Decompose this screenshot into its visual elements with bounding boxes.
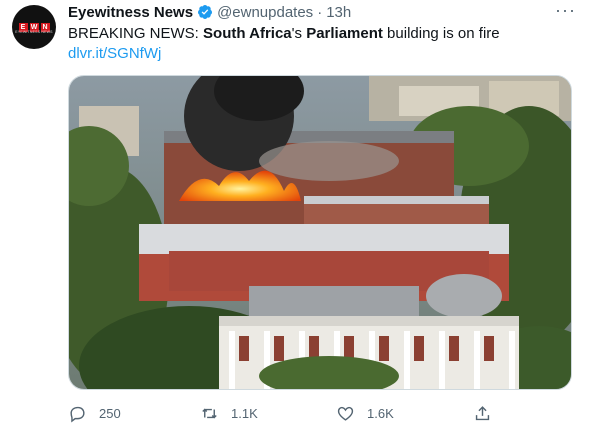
tweet-link[interactable]: dlvr.it/SGNfWj [68, 44, 161, 64]
tweet-header: Eyewitness News @ewnupdates · 13h [68, 2, 351, 22]
like-button[interactable]: 1.6K [336, 398, 394, 428]
tweet-timestamp[interactable]: 13h [326, 4, 351, 21]
account-handle[interactable]: @ewnupdates [217, 4, 313, 21]
reply-count: 250 [99, 405, 121, 421]
like-icon [337, 406, 354, 421]
tweet-card[interactable]: EWN EYEWITNESS NEWS Eyewitness News @ewn… [0, 0, 594, 434]
tweet-actions: 250 1.1K 1.6K [68, 398, 508, 428]
separator-dot: · [317, 3, 323, 21]
share-icon [475, 405, 490, 420]
parliament-fire-photo [69, 76, 571, 389]
tweet-photo[interactable] [68, 75, 572, 390]
reply-icon [70, 406, 85, 422]
reply-button[interactable]: 250 [68, 398, 121, 428]
retweet-count: 1.1K [231, 405, 258, 421]
like-count: 1.6K [367, 405, 394, 421]
tweet-text-bold: Parliament [306, 25, 383, 42]
share-button[interactable] [473, 398, 504, 428]
tweet-text-part: building is on fire [382, 25, 500, 42]
account-avatar[interactable]: EWN EYEWITNESS NEWS [12, 5, 56, 49]
tweet-text-part: 's [291, 25, 307, 42]
retweet-icon [202, 408, 217, 418]
tweet-text-part: BREAKING NEWS: [68, 25, 204, 42]
verified-badge-icon [198, 5, 213, 19]
retweet-button[interactable]: 1.1K [200, 398, 258, 428]
more-options-icon[interactable]: ··· [555, 0, 576, 21]
avatar-subtitle: EYEWITNESS NEWS [15, 30, 53, 34]
tweet-text: BREAKING NEWS: South Africa's Parliament… [68, 24, 500, 44]
account-name[interactable]: Eyewitness News [68, 4, 193, 21]
tweet-text-bold: South Africa [203, 25, 292, 42]
